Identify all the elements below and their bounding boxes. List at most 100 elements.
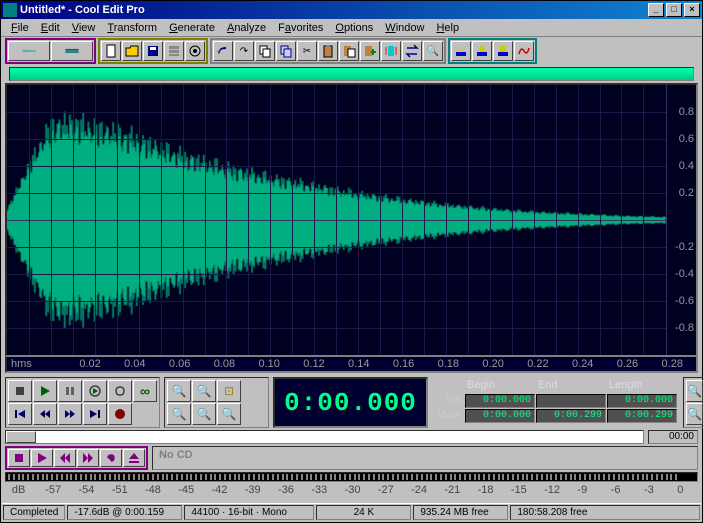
sel-length[interactable]: 0:00.000 [607,394,677,408]
status-completed: Completed [3,505,65,520]
waveform-grid [7,85,666,355]
transport-controls: ∞ [5,377,160,428]
convert-button[interactable] [402,41,422,61]
copy-button[interactable] [255,41,275,61]
menu-help[interactable]: Help [430,21,465,35]
title-bar: Untitled* - Cool Edit Pro _ □ × [1,1,702,19]
save-file-button[interactable] [143,41,163,61]
mix-paste-button[interactable] [360,41,380,61]
play-to-end-button[interactable] [83,380,107,402]
undo-button[interactable] [213,41,233,61]
slider-time: 00:00 [648,430,698,444]
vzoom-out-button[interactable]: 🔍 [686,403,703,425]
open-file-button[interactable] [122,41,142,61]
amplitude-scale: 0.80.60.40.2-0.2-0.4-0.6-0.8 [666,85,696,355]
menu-file[interactable]: File [5,21,35,35]
status-bar: Completed -17.6dB @ 0:00.159 44100 · 16-… [2,503,701,521]
col-begin: Begin [465,379,535,393]
copy-new-button[interactable] [276,41,296,61]
menu-bar: File Edit View Transform Generate Analyz… [1,19,702,37]
fav-3-button[interactable] [493,41,513,61]
view-length[interactable]: 0:00.299 [607,409,677,423]
position-slider-row: 00:00 [5,430,698,444]
new-file-button[interactable] [101,41,121,61]
status-peak: -17.6dB @ 0:00.159 [67,505,182,520]
view-end[interactable]: 0:00.299 [536,409,606,423]
fav-2-button[interactable] [472,41,492,61]
fav-4-button[interactable] [514,41,534,61]
paste-new-button[interactable] [339,41,359,61]
waveform-display[interactable] [7,85,666,355]
menu-options[interactable]: Options [329,21,379,35]
rewind-button[interactable] [33,403,57,425]
stop-button[interactable] [8,380,32,402]
vertical-zoom-controls: 🔍 🔍 [683,377,703,428]
play-button[interactable] [33,380,57,402]
menu-generate[interactable]: Generate [163,21,221,35]
time-display[interactable]: 0:00.000 [273,377,428,428]
close-button[interactable]: × [684,3,700,17]
waveform-view-button[interactable] [8,41,50,61]
zoom-full-button[interactable]: ⊡ [217,380,241,402]
multitrack-view-button[interactable] [51,41,93,61]
zoom-sel-button[interactable]: 🔍 [167,403,191,425]
menu-view[interactable]: View [66,21,102,35]
cd-info: No CD [152,446,698,470]
cd-prev-button[interactable] [54,449,76,467]
toolbar-favorites-group [448,38,537,64]
cd-stop-button[interactable] [8,449,30,467]
view-begin[interactable]: 0:00.000 [465,409,535,423]
position-slider[interactable] [5,430,644,444]
zoom-out-button[interactable]: 🔍 [192,380,216,402]
waveform-overview[interactable] [9,67,694,81]
zoom-in-button[interactable]: 🔍 [167,380,191,402]
effects-button[interactable]: 🔍 [423,41,443,61]
col-end: End [536,379,606,393]
status-format: 44100 · 16-bit · Mono [184,505,314,520]
menu-transform[interactable]: Transform [101,21,163,35]
toolbar-edit-group: ↷ ✂ 🔍 [210,38,446,64]
db-scale: dB-57-54-51-48-45-42-39-36-33-30-27-24-2… [5,484,698,496]
vzoom-in-button[interactable]: 🔍 [686,380,703,402]
sel-end[interactable] [536,394,606,408]
main-toolbar: ↷ ✂ 🔍 [1,37,702,65]
play-loop-button[interactable] [108,380,132,402]
redo-button[interactable]: ↷ [234,41,254,61]
status-disk: 935.24 MB free [413,505,508,520]
trim-button[interactable] [381,41,401,61]
menu-window[interactable]: Window [379,21,430,35]
menu-analyze[interactable]: Analyze [221,21,272,35]
cd-eject-button[interactable] [123,449,145,467]
play-infinite-button[interactable]: ∞ [133,380,157,402]
cd-row: No CD [5,446,698,470]
row-view-label: View [434,409,464,423]
fav-1-button[interactable] [451,41,471,61]
time-ruler[interactable]: hms0.020.040.060.080.100.120.140.160.180… [5,357,698,373]
cd-next-button[interactable] [77,449,99,467]
cd-repeat-button[interactable] [100,449,122,467]
status-size: 24 K [316,505,411,520]
settings-button[interactable] [185,41,205,61]
toggle-toolbars-button[interactable] [164,41,184,61]
skip-start-button[interactable] [8,403,32,425]
pause-button[interactable] [58,380,82,402]
sel-begin[interactable]: 0:00.000 [465,394,535,408]
maximize-button[interactable]: □ [666,3,682,17]
cut-button[interactable]: ✂ [297,41,317,61]
menu-edit[interactable]: Edit [35,21,66,35]
zoom-in-left-button[interactable]: 🔍 [192,403,216,425]
cd-controls [5,446,148,470]
toolbar-file-group [98,38,208,64]
toolbar-view-group [5,38,96,64]
status-tape: 180:58.208 free [510,505,700,520]
record-button[interactable] [108,403,132,425]
paste-button[interactable] [318,41,338,61]
zoom-in-right-button[interactable]: 🔍 [217,403,241,425]
waveform-container: 0.80.60.40.2-0.2-0.4-0.6-0.8 [5,83,698,357]
forward-button[interactable] [58,403,82,425]
minimize-button[interactable]: _ [648,3,664,17]
skip-end-button[interactable] [83,403,107,425]
level-meter[interactable] [5,472,698,482]
menu-favorites[interactable]: Favorites [272,21,329,35]
cd-play-button[interactable] [31,449,53,467]
